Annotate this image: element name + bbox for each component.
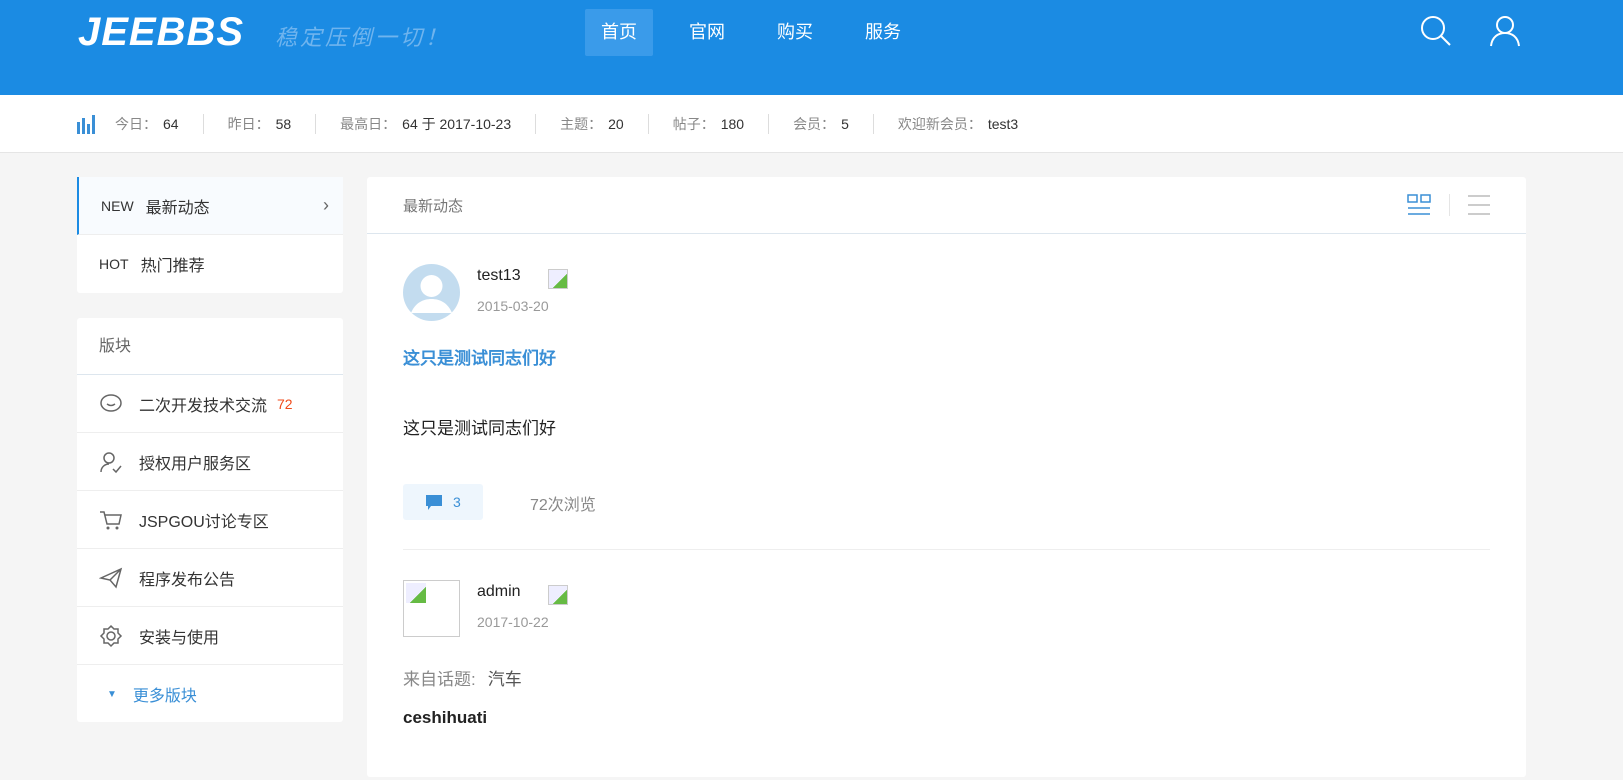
- feed-panel: 最新动态 test13 2015-03-20 这只是测试同志们好 这只是测试同志…: [367, 177, 1526, 777]
- tab-new[interactable]: NEW 最新动态 ›: [77, 177, 343, 235]
- broken-image-icon: [406, 583, 426, 603]
- grid-view-icon[interactable]: [1407, 194, 1431, 216]
- post-item: test13 2015-03-20 这只是测试同志们好 这只是测试同志们好 3 …: [403, 264, 1490, 550]
- post-author[interactable]: admin: [477, 583, 521, 601]
- user-check-icon: [100, 451, 122, 473]
- stats-bar: 今日： 64 昨日： 58 最高日： 64 于 2017-10-23 主题： 20 帖子…: [0, 95, 1623, 153]
- logo[interactable]: JEEBBS: [78, 10, 244, 55]
- chevron-right-icon: ›: [323, 195, 329, 215]
- stat-max: 最高日： 64 于 2017-10-23: [315, 113, 535, 134]
- main-nav: 首页 官网 购买 服务: [585, 9, 937, 56]
- comment-icon: [426, 495, 442, 510]
- search-icon[interactable]: [1419, 14, 1453, 48]
- stat-yesterday: 昨日： 58: [202, 113, 316, 134]
- chat-icon: [100, 393, 122, 412]
- board-item[interactable]: 安装与使用: [77, 607, 343, 665]
- nav-buy[interactable]: 购买: [761, 9, 829, 56]
- top-bar: JEEBBS 稳定压倒一切！ 首页 官网 购买 服务: [0, 0, 1623, 95]
- board-item[interactable]: 程序发布公告: [77, 549, 343, 607]
- post-date: 2015-03-20: [477, 298, 549, 314]
- chart-icon: [77, 114, 95, 134]
- boards-title: 版块: [77, 318, 343, 375]
- feed-tabs: NEW 最新动态 › HOT 热门推荐: [77, 177, 343, 293]
- stat-members: 会员： 5: [768, 113, 873, 134]
- cart-icon: [100, 510, 122, 529]
- board-item[interactable]: 二次开发技术交流 72: [77, 375, 343, 433]
- nav-home[interactable]: 首页: [585, 9, 653, 56]
- feed-header: 最新动态: [367, 177, 1526, 234]
- post-author[interactable]: test13: [477, 267, 521, 285]
- post-title[interactable]: 这只是测试同志们好: [403, 344, 556, 369]
- stat-posts: 帖子： 180: [647, 113, 768, 134]
- send-icon: [99, 567, 123, 589]
- avatar[interactable]: [403, 264, 460, 321]
- boards-panel: 版块 二次开发技术交流 72 授权用户服务区 JSPGOU讨论专区 程序发布公告 …: [77, 318, 343, 722]
- stat-new-member: 欢迎新会员： test3: [872, 113, 1042, 134]
- broken-image-icon: [548, 269, 568, 289]
- broken-image-icon: [548, 585, 568, 605]
- avatar[interactable]: [403, 580, 460, 637]
- post-item: admin 2017-10-22 来自话题: 汽车 ceshihuati: [403, 580, 1490, 780]
- nav-official[interactable]: 官网: [673, 9, 741, 56]
- slogan: 稳定压倒一切！: [275, 26, 451, 51]
- board-item[interactable]: JSPGOU讨论专区: [77, 491, 343, 549]
- stat-topics: 主题： 20: [535, 113, 648, 134]
- tab-hot[interactable]: HOT 热门推荐: [77, 235, 343, 293]
- stat-today: 今日： 64: [115, 115, 179, 132]
- board-item[interactable]: 授权用户服务区: [77, 433, 343, 491]
- view-count: 72次浏览: [530, 497, 596, 514]
- more-boards-button[interactable]: ▼ 更多版块: [77, 665, 343, 723]
- list-view-icon[interactable]: [1467, 194, 1491, 216]
- gear-icon: [99, 624, 123, 647]
- post-title[interactable]: ceshihuati: [403, 708, 487, 728]
- comment-button[interactable]: 3: [403, 484, 483, 520]
- user-icon[interactable]: [1488, 14, 1522, 48]
- post-date: 2017-10-22: [477, 614, 549, 630]
- nav-service[interactable]: 服务: [849, 9, 917, 56]
- post-body: 这只是测试同志们好: [403, 419, 556, 438]
- post-topic: 来自话题: 汽车: [403, 670, 522, 689]
- caret-down-icon: ▼: [107, 688, 117, 700]
